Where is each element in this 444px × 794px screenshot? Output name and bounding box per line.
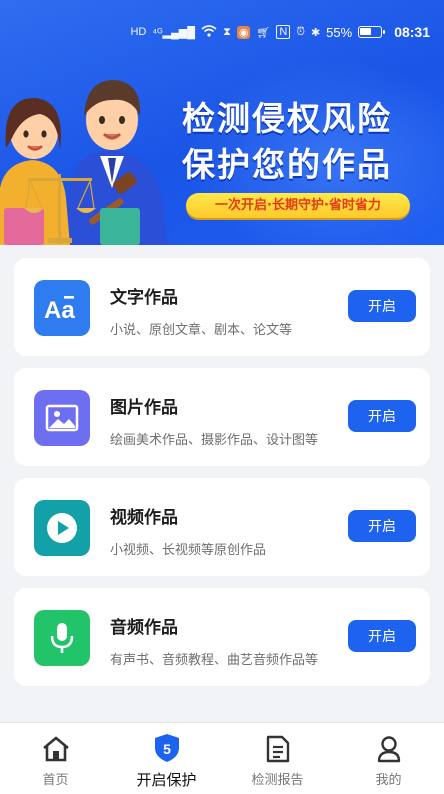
nav-item-home[interactable]: 首页	[0, 733, 111, 793]
hd-icon: HD	[130, 26, 147, 38]
hero-title-line1: 检测侵权风险	[182, 99, 392, 138]
card-description: 小说、原创文章、剧本、论文等	[110, 323, 293, 338]
nav-label: 我的	[375, 773, 402, 788]
enable-image-button[interactable]: 开启	[348, 400, 416, 432]
enable-video-button[interactable]: 开启	[348, 510, 416, 542]
bluetooth-icon: ✱	[310, 26, 321, 39]
card-title: 音频作品	[110, 618, 178, 638]
svg-text:Aa: Aa	[44, 297, 75, 323]
status-bar: HD ⁴ᴳ▂▄▆█ ⧗ ◉ 🛒︎ N ⏰︎ ✱ 55% 08:31	[0, 0, 444, 62]
card-video-works: 视频作品 小视频、长视频等原创作品 开启	[14, 478, 430, 576]
hero-tagline: 一次开启·长期守护·省时省力	[186, 193, 410, 218]
nfc-icon: N	[276, 25, 291, 39]
report-icon	[266, 735, 289, 763]
card-description: 有声书、音频教程、曲艺音频作品等	[110, 653, 319, 668]
hero-title-line2: 保护您的作品	[182, 145, 392, 184]
status-icons: HD ⁴ᴳ▂▄▆█ ⧗ ◉ 🛒︎ N ⏰︎ ✱ 55% 08:31	[130, 24, 430, 40]
profile-icon	[377, 736, 400, 763]
lawyer-illustration	[0, 80, 168, 245]
signal-4g-icon: ⁴ᴳ▂▄▆█	[152, 26, 196, 39]
battery-icon	[358, 26, 386, 38]
battery-percent: 55%	[326, 24, 353, 40]
bottom-nav: 首页 5 开启保护 检测报告 我的	[0, 722, 444, 794]
card-title: 视频作品	[110, 508, 178, 528]
shield-icon: 5	[154, 734, 179, 762]
home-icon	[42, 736, 69, 762]
nav-item-protection[interactable]: 5 开启保护	[111, 733, 222, 793]
card-title: 图片作品	[110, 398, 178, 418]
hourglass-icon: ⧗	[223, 25, 231, 38]
app-icon: ◉	[236, 25, 251, 39]
nav-item-report[interactable]: 检测报告	[222, 733, 333, 793]
nav-label: 开启保护	[136, 771, 197, 789]
card-description: 绘画美术作品、摄影作品、设计图等	[110, 433, 319, 448]
hero-banner: HD ⁴ᴳ▂▄▆█ ⧗ ◉ 🛒︎ N ⏰︎ ✱ 55% 08:31 检测侵权风险…	[0, 0, 444, 245]
play-icon	[34, 500, 90, 556]
image-icon	[34, 390, 90, 446]
nav-label: 检测报告	[251, 773, 304, 788]
card-audio-works: 音频作品 有声书、音频教程、曲艺音频作品等 开启	[14, 588, 430, 686]
enable-text-button[interactable]: 开启	[348, 290, 416, 322]
wifi-icon	[201, 24, 217, 40]
card-text-works: Aa 文字作品 小说、原创文章、剧本、论文等 开启	[14, 258, 430, 356]
svg-text:5: 5	[163, 741, 171, 757]
card-description: 小视频、长视频等原创作品	[110, 543, 267, 558]
card-title: 文字作品	[110, 288, 178, 308]
microphone-icon	[34, 610, 90, 666]
nav-label: 首页	[42, 773, 69, 788]
cart-icon: 🛒︎	[256, 26, 271, 39]
alarm-icon: ⏰︎	[296, 25, 305, 38]
hero-title: 检测侵权风险 保护您的作品	[182, 96, 422, 188]
card-image-works: 图片作品 绘画美术作品、摄影作品、设计图等 开启	[14, 368, 430, 466]
text-aa-icon: Aa	[34, 280, 90, 336]
status-time: 08:31	[394, 24, 430, 40]
enable-audio-button[interactable]: 开启	[348, 620, 416, 652]
nav-item-profile[interactable]: 我的	[333, 733, 444, 793]
